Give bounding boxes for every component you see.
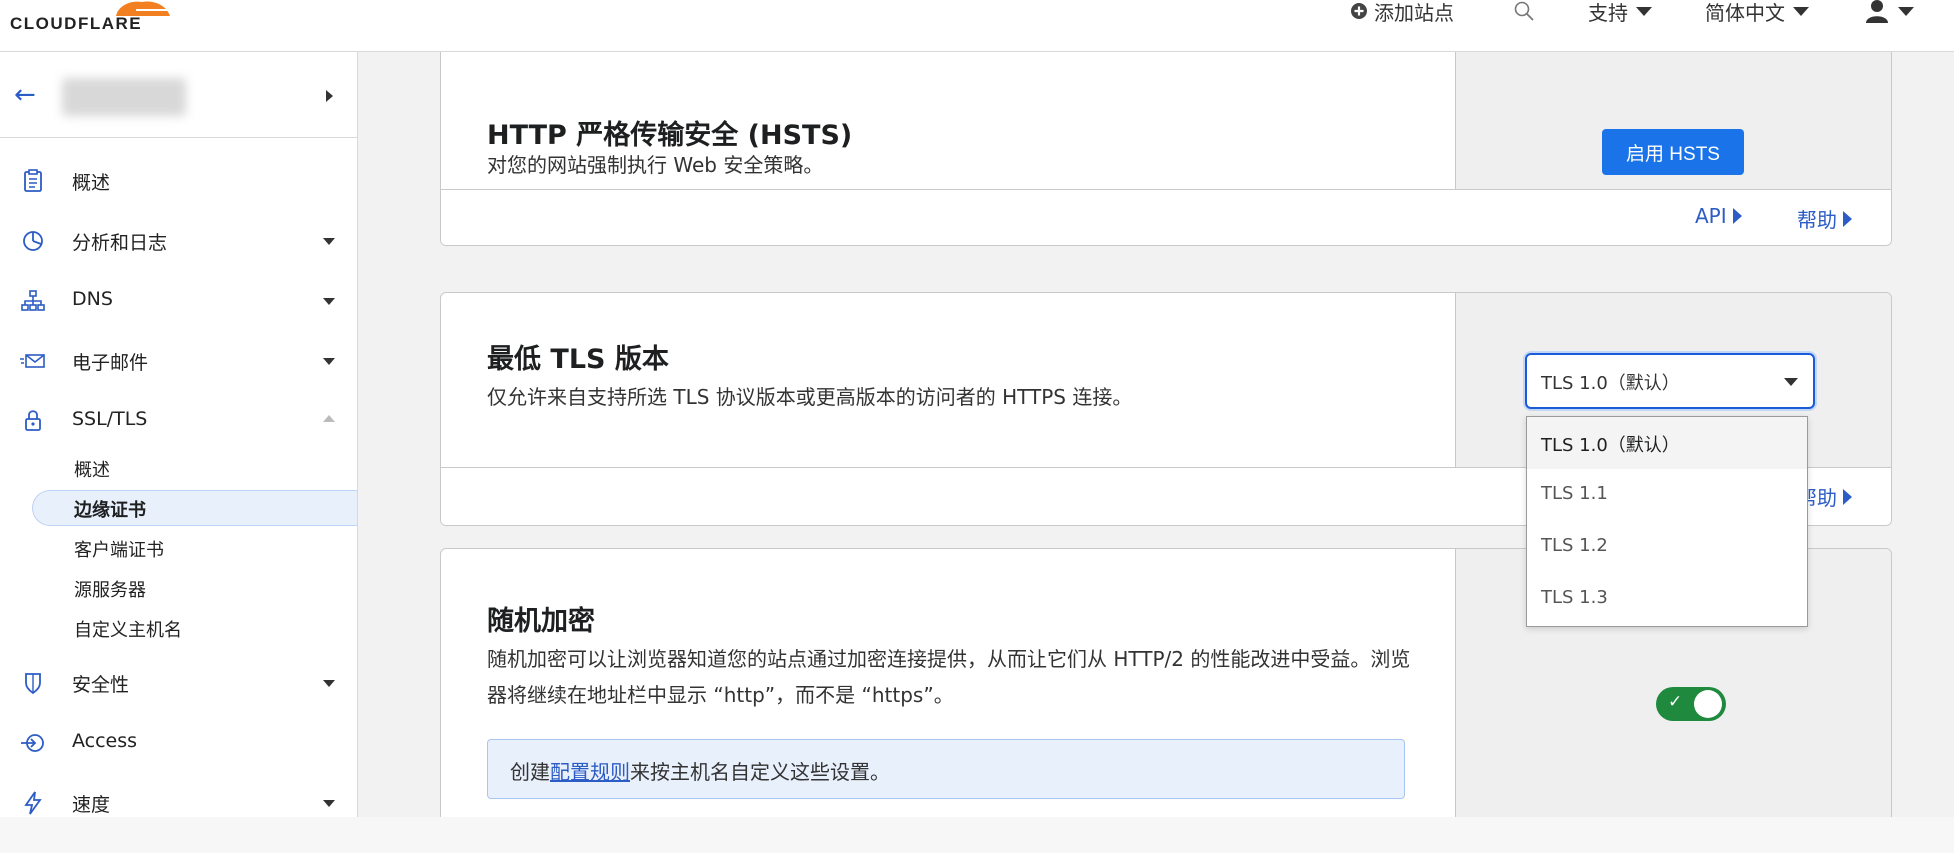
api-link-label: API (1695, 204, 1727, 228)
back-arrow-icon[interactable]: ← (14, 80, 36, 110)
chevron-down-icon (1793, 6, 1809, 16)
language-menu[interactable]: 简体中文 (1705, 0, 1809, 25)
sidebar: ← 概述 分析和日志 DNS 电子邮件 SSL/TLS 概述 边缘证书 客户端证… (0, 52, 358, 817)
site-name-blurred (62, 78, 186, 116)
sidebar-item-label: DNS (72, 288, 113, 310)
opportunistic-title: 随机加密 (487, 606, 595, 637)
configuration-rules-link[interactable]: 配置规则 (550, 760, 630, 784)
sidebar-item-label: 分析和日志 (72, 232, 168, 254)
help-link-label: 帮助 (1797, 208, 1837, 232)
site-selector[interactable]: ← (0, 52, 357, 138)
dropdown-option-tls-1-2[interactable]: TLS 1.2 (1527, 521, 1807, 573)
pie-chart-icon (23, 231, 43, 251)
sidebar-item-label: 电子邮件 (72, 352, 149, 374)
hsts-card-footer: API 帮助 (441, 189, 1891, 245)
search-icon (1514, 1, 1534, 21)
top-bar: CLOUDFLARE 添加站点 支持 简体中文 (0, 0, 1954, 52)
note-text: 创建配置规则来按主机名自定义这些设置。 (510, 756, 890, 785)
sidebar-subitem-label: 客户端证书 (74, 540, 164, 561)
configuration-rules-note: 创建配置规则来按主机名自定义这些设置。 (487, 739, 1405, 799)
hsts-api-link[interactable]: API (1695, 204, 1742, 228)
add-site-label: 添加站点 (1374, 0, 1454, 25)
hsts-help-link[interactable]: 帮助 (1797, 204, 1852, 233)
opportunistic-encryption-toggle[interactable]: ✓ (1656, 687, 1726, 721)
email-icon (20, 354, 45, 368)
support-menu[interactable]: 支持 (1588, 0, 1652, 25)
option-label: TLS 1.1 (1541, 483, 1608, 504)
sidebar-item-label: 概述 (72, 172, 111, 194)
sidebar-subitem-client-certificates[interactable]: 客户端证书 (32, 530, 357, 566)
dropdown-option-tls-1-1[interactable]: TLS 1.1 (1527, 469, 1807, 521)
sidebar-item-label: SSL/TLS (72, 408, 148, 430)
chevron-down-icon (323, 238, 335, 245)
option-label: TLS 1.2 (1541, 535, 1608, 556)
user-icon (1866, 0, 1888, 23)
sidebar-item-security[interactable]: 安全性 (0, 662, 357, 702)
chevron-down-icon (1784, 378, 1798, 386)
opportunistic-description: 随机加密可以让浏览器知道您的站点通过加密连接提供，从而让它们从 HTTP/2 的… (487, 647, 1411, 707)
plus-circle-icon (1351, 3, 1367, 19)
caret-right-icon (1732, 208, 1742, 224)
min-tls-title: 最低 TLS 版本 (487, 344, 669, 375)
sidebar-item-ssl-tls[interactable]: SSL/TLS (0, 400, 357, 440)
support-label: 支持 (1588, 0, 1628, 25)
sidebar-item-speed[interactable]: 速度 (0, 782, 357, 817)
chevron-up-icon (323, 415, 335, 422)
sidebar-subitem-origin-server[interactable]: 源服务器 (32, 570, 357, 606)
dropdown-option-tls-1-3[interactable]: TLS 1.3 (1527, 573, 1807, 625)
language-label: 简体中文 (1705, 0, 1785, 25)
hsts-action-pane: 启用 HSTS (1455, 52, 1891, 189)
chevron-down-icon (323, 358, 335, 365)
chevron-down-icon (323, 680, 335, 687)
user-menu[interactable] (1864, 0, 1914, 23)
clipboard-icon (24, 169, 42, 192)
caret-right-icon (1843, 210, 1852, 227)
tls-select-value: TLS 1.0（默认） (1541, 373, 1680, 394)
sidebar-subitem-label: 概述 (74, 460, 110, 481)
min-tls-description: 仅允许来自支持所选 TLS 协议版本或更高版本的访问者的 HTTPS 连接。 (487, 385, 1133, 409)
sidebar-subitem-overview[interactable]: 概述 (32, 450, 357, 486)
sidebar-subitem-label: 边缘证书 (74, 500, 146, 521)
sidebar-subitem-custom-hostnames[interactable]: 自定义主机名 (32, 610, 357, 646)
shield-icon (25, 673, 41, 695)
network-icon (21, 290, 45, 311)
chevron-down-icon (1898, 6, 1914, 16)
sidebar-item-access[interactable]: Access (0, 722, 357, 762)
option-label: TLS 1.0（默认） (1541, 435, 1680, 456)
dropdown-option-tls-1-0[interactable]: TLS 1.0（默认） (1527, 417, 1807, 469)
bottom-strip (0, 817, 1954, 853)
check-icon: ✓ (1668, 692, 1683, 712)
tls-version-select[interactable]: TLS 1.0（默认） (1525, 353, 1815, 409)
lock-icon (25, 410, 41, 431)
sidebar-item-overview[interactable]: 概述 (0, 160, 357, 200)
tls-version-dropdown: TLS 1.0（默认） TLS 1.1 TLS 1.2 TLS 1.3 (1526, 416, 1808, 627)
note-suffix: 来按主机名自定义这些设置。 (630, 760, 890, 784)
sidebar-item-label: Access (72, 730, 138, 752)
sidebar-subitem-edge-certificates[interactable]: 边缘证书 (32, 490, 357, 526)
search-button[interactable] (1513, 0, 1535, 22)
sidebar-item-label: 安全性 (72, 674, 130, 696)
toggle-knob (1694, 690, 1722, 718)
sidebar-subitem-label: 源服务器 (74, 580, 146, 601)
enable-hsts-button[interactable]: 启用 HSTS (1602, 129, 1744, 175)
option-label: TLS 1.3 (1541, 587, 1608, 608)
hsts-description: 对您的网站强制执行 Web 安全策略。 (487, 153, 824, 177)
chevron-down-icon (1636, 6, 1652, 16)
sidebar-subitem-label: 自定义主机名 (74, 620, 182, 641)
sidebar-item-label: 速度 (72, 794, 111, 816)
note-prefix: 创建 (510, 760, 550, 784)
chevron-right-icon[interactable] (326, 90, 333, 102)
sidebar-item-email[interactable]: 电子邮件 (0, 340, 357, 380)
sidebar-item-analytics[interactable]: 分析和日志 (0, 220, 357, 260)
add-site-button[interactable]: 添加站点 (1350, 0, 1454, 25)
access-icon (21, 734, 44, 752)
chevron-down-icon (323, 800, 335, 807)
bolt-icon (24, 791, 42, 815)
logo-text: CLOUDFLARE (10, 14, 143, 33)
chevron-down-icon (323, 298, 335, 305)
hsts-card: 启用 HSTS HTTP 严格传输安全 (HSTS) 对您的网站强制执行 Web… (440, 52, 1892, 246)
sidebar-item-dns[interactable]: DNS (0, 280, 357, 320)
caret-right-icon (1843, 488, 1852, 505)
